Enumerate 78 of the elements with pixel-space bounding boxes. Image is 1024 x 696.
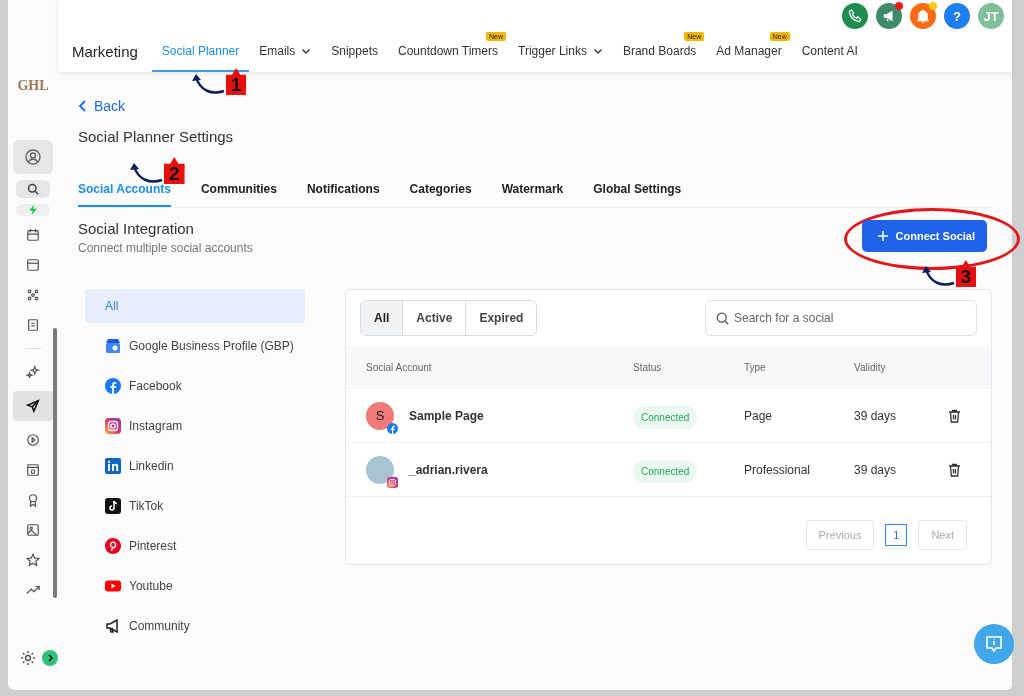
settings-tab[interactable]: Global Settings [593,182,682,207]
megaphone-icon [882,9,896,23]
page-number-button[interactable]: 1 [885,524,908,546]
table-cell-text: Page [744,408,774,423]
chevron-right-icon [46,654,54,662]
instagram-icon [105,418,121,434]
search-field[interactable]: Search for a social [705,300,977,336]
logo[interactable]: GHL [17,78,49,94]
nav-tab[interactable]: Ad Manager [706,44,792,72]
platform-filter-item[interactable]: Instagram [85,409,305,443]
column-header: Validity [854,361,887,373]
column-header: Type [744,361,767,373]
platform-filter-item[interactable]: Community [85,609,305,643]
section-heading: Social Integration [78,220,195,237]
search-icon[interactable] [16,180,50,198]
facebook-icon [105,378,121,394]
back-link[interactable]: Back [78,98,126,114]
platform-filter-item[interactable]: Pinterest [85,529,305,563]
nav-tab[interactable]: Trigger Links [508,44,613,72]
table-cell-text: 39 days [854,462,898,477]
status-badge: Connected [633,405,698,429]
column-header: Status [633,361,663,373]
status-badge: Connected [633,459,698,483]
nav-tab[interactable]: Content AI [791,44,868,72]
delete-icon[interactable] [948,462,961,477]
table-cell-text: 39 days [854,408,898,423]
help-button[interactable]: ? [944,3,970,29]
avatar: S [366,401,394,430]
platform-filter-item[interactable]: TikTok [85,489,305,523]
send-icon[interactable] [13,391,53,421]
chevron-down-icon [592,46,603,56]
instagram-icon [387,476,398,488]
settings-icon[interactable] [20,650,36,666]
account-name: Sample Page [409,408,484,423]
platform-filter-item[interactable]: Youtube [85,569,305,603]
phone-icon [848,9,862,23]
chevron-left-icon [78,100,88,112]
feedback-button[interactable] [974,624,1014,664]
settings-tab[interactable]: Categories [409,182,472,207]
connect-social-button[interactable]: Connect Social [861,220,987,252]
status-filter-tab[interactable]: Expired [465,301,537,335]
nav-tab[interactable]: Emails [249,44,322,72]
settings-tab[interactable]: Watermark [501,182,564,207]
section-description: Connect multiple social accounts [78,241,253,255]
facebook-icon [387,422,398,434]
nav-tab[interactable]: Countdown Timers [387,44,508,72]
chevron-down-icon [301,46,312,56]
table-cell-text: Professional [744,462,812,477]
settings-tab[interactable]: Notifications [306,182,380,207]
notification-bell-icon [916,9,930,23]
megaphone-button[interactable] [876,3,902,29]
delete-icon[interactable] [948,408,961,423]
nav-tab[interactable]: Brand Boards [612,44,707,72]
pinterest-icon [105,538,121,554]
nav-tab[interactable]: Snippets [321,44,388,72]
plus-icon [877,231,888,241]
storefront-icon [105,338,121,354]
nav-tab[interactable]: Social Planner [151,44,250,72]
search-icon [716,312,729,325]
settings-tab[interactable]: Communities [200,182,277,207]
megaphone-icon [105,618,121,634]
section-title: Marketing [72,43,139,62]
music-note-icon [105,498,121,514]
chat-bubble-icon [984,634,1004,654]
platform-filter-item[interactable]: Facebook [85,369,305,403]
expand-button[interactable] [42,650,58,666]
play-button-icon [105,578,121,594]
linkedin-icon [105,458,121,474]
page-title: Social Planner Settings [78,128,235,145]
bell-button[interactable] [910,3,936,29]
platform-filter-item[interactable]: Google Business Profile (GBP) [85,329,305,363]
status-filter-tab[interactable]: All [361,301,403,335]
phone-button[interactable] [842,3,868,29]
user-icon[interactable] [13,140,53,174]
photo-placeholder [366,455,394,484]
account-name: _adrian.rivera [409,462,488,477]
column-header: Social Account [366,361,433,373]
platform-filter-item[interactable]: Linkedin [85,449,305,483]
